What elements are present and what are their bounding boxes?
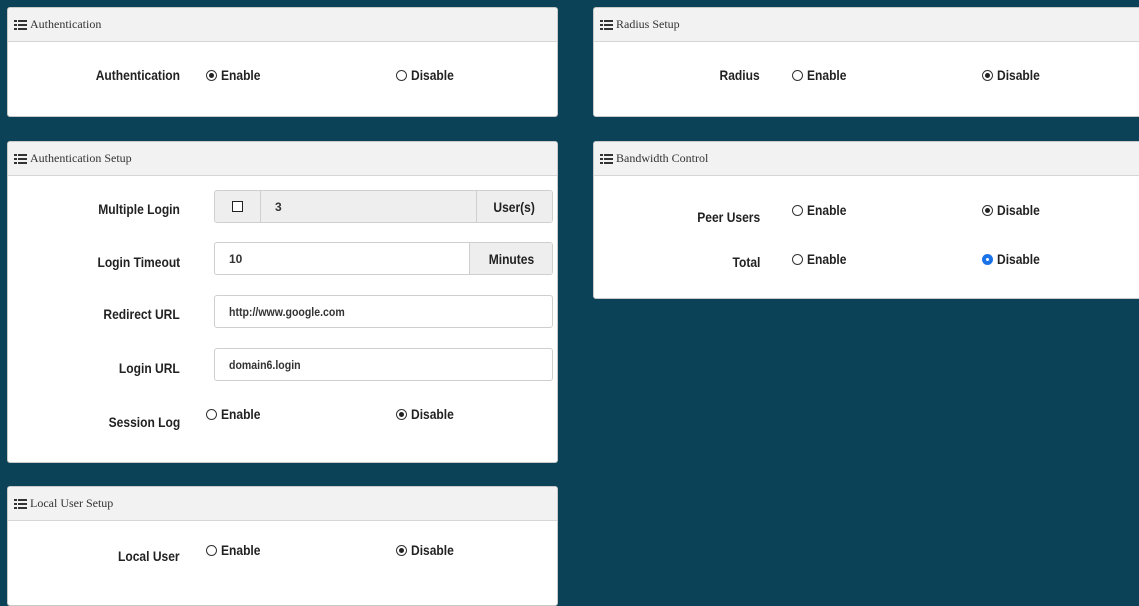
redirect-url-input[interactable]: http://www.google.com — [214, 295, 553, 328]
panel-title: Authentication — [30, 17, 102, 31]
radius-enable-radio[interactable]: Enable — [792, 60, 853, 90]
field-label: Peer Users — [697, 209, 760, 225]
authentication-setup-panel: Authentication Setup Multiple Login 3 Us… — [7, 141, 558, 463]
radius-row: Radius Enable Disable — [594, 60, 1139, 90]
field-label: Login URL — [119, 360, 180, 376]
radio-empty-icon — [792, 253, 803, 265]
session-log-disable-radio[interactable]: Disable — [396, 399, 461, 429]
radio-selected-icon — [982, 69, 993, 81]
authentication-panel: Authentication Authentication Enable Dis… — [7, 7, 558, 117]
radio-selected-focused-icon — [982, 253, 993, 265]
panel-title: Authentication Setup — [30, 151, 132, 165]
radio-empty-icon — [792, 204, 803, 216]
radio-empty-icon — [206, 544, 217, 556]
local-user-row: Local User Enable Disable — [8, 535, 557, 565]
authentication-enable-radio[interactable]: Enable — [206, 60, 267, 90]
field-label: Total — [732, 254, 760, 270]
list-icon — [600, 19, 613, 30]
panel-header: Authentication Setup — [8, 142, 557, 176]
list-icon — [600, 153, 613, 164]
panel-title: Radius Setup — [616, 17, 680, 31]
radio-selected-icon — [396, 408, 407, 420]
multiple-login-checkbox-cell[interactable] — [215, 191, 261, 222]
field-label: Authentication — [95, 67, 180, 83]
session-log-enable-radio[interactable]: Enable — [206, 399, 267, 429]
field-label: Login Timeout — [97, 254, 180, 270]
field-label: Radius — [719, 67, 760, 83]
panel-header: Radius Setup — [594, 8, 1139, 42]
local-user-disable-radio[interactable]: Disable — [396, 535, 461, 565]
field-label: Local User — [118, 548, 180, 564]
radius-setup-panel: Radius Setup Radius Enable Disable — [593, 7, 1139, 117]
radius-disable-radio[interactable]: Disable — [982, 60, 1047, 90]
radio-selected-icon — [982, 204, 993, 216]
panel-title: Local User Setup — [30, 496, 114, 510]
panel-title: Bandwidth Control — [616, 151, 709, 165]
peer-users-disable-radio[interactable]: Disable — [982, 195, 1047, 225]
peer-users-enable-radio[interactable]: Enable — [792, 195, 853, 225]
bandwidth-control-panel: Bandwidth Control Peer Users Enable Disa… — [593, 141, 1139, 299]
multiple-login-checkbox[interactable] — [232, 201, 243, 212]
multiple-login-input[interactable]: 3 — [261, 191, 476, 222]
local-user-enable-radio[interactable]: Enable — [206, 535, 267, 565]
login-url-input[interactable]: domain6.login — [214, 348, 553, 381]
list-icon — [14, 19, 27, 30]
users-addon: User(s) — [476, 191, 552, 222]
authentication-disable-radio[interactable]: Disable — [396, 60, 461, 90]
radio-selected-icon — [206, 69, 217, 81]
multiple-login-group: 3 User(s) — [214, 190, 553, 223]
radio-empty-icon — [396, 69, 407, 81]
login-timeout-input[interactable]: 10 — [215, 243, 469, 274]
field-label: Multiple Login — [98, 201, 180, 217]
radio-empty-icon — [792, 69, 803, 81]
total-disable-radio[interactable]: Disable — [982, 244, 1047, 274]
minutes-addon: Minutes — [469, 243, 552, 274]
panel-header: Bandwidth Control — [594, 142, 1139, 176]
peer-users-row: Peer Users Enable Disable — [594, 195, 1139, 225]
panel-header: Local User Setup — [8, 487, 557, 521]
list-icon — [14, 498, 27, 509]
local-user-setup-panel: Local User Setup Local User Enable Disab… — [7, 486, 558, 606]
total-enable-radio[interactable]: Enable — [792, 244, 853, 274]
session-log-options: Enable Disable — [8, 399, 557, 429]
radio-empty-icon — [206, 408, 217, 420]
authentication-row: Authentication Enable Disable — [8, 60, 557, 90]
panel-header: Authentication — [8, 8, 557, 42]
list-icon — [14, 153, 27, 164]
radio-selected-icon — [396, 544, 407, 556]
login-timeout-group: 10 Minutes — [214, 242, 553, 275]
field-label: Redirect URL — [103, 306, 180, 322]
total-row: Total Enable Disable — [594, 244, 1139, 274]
